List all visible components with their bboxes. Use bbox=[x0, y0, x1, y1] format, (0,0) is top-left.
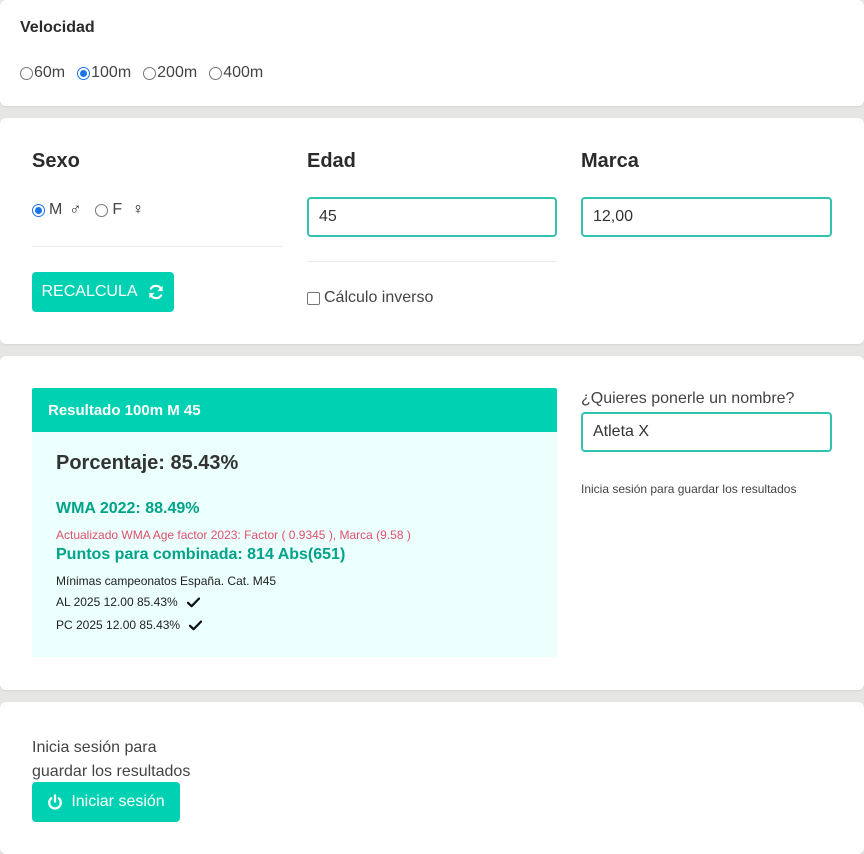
speed-option-label: 400m bbox=[223, 64, 264, 81]
female-icon: ♀ bbox=[132, 201, 145, 218]
speed-option-label: 100m bbox=[91, 64, 132, 81]
sex-option-m[interactable]: M ♂ bbox=[32, 201, 81, 219]
result-header: Resultado 100m M 45 bbox=[32, 388, 557, 432]
wma-text: WMA 2022: 88.49% bbox=[56, 500, 200, 517]
minimum-text: AL 2025 12.00 85.43% bbox=[56, 595, 178, 609]
inverse-calc-checkbox-row[interactable]: Cálculo inverso bbox=[307, 289, 433, 307]
divider bbox=[32, 246, 283, 247]
sex-radio-group: M ♂ F ♀ bbox=[32, 201, 158, 219]
minimum-row-pc: PC 2025 12.00 85.43% bbox=[56, 618, 203, 632]
age-input[interactable]: 45 bbox=[307, 197, 557, 237]
sex-radio-f[interactable] bbox=[95, 203, 109, 217]
speed-option-label: 200m bbox=[157, 64, 198, 81]
minimum-text: PC 2025 12.00 85.43% bbox=[56, 618, 181, 632]
speed-radio-400m[interactable] bbox=[209, 66, 223, 80]
name-label: ¿Quieres ponerle un nombre? bbox=[581, 390, 795, 407]
male-icon: ♂ bbox=[69, 201, 82, 218]
sex-option-label: F bbox=[112, 201, 123, 218]
speed-option-60m[interactable]: 60m bbox=[20, 64, 65, 82]
login-button-label: Iniciar sesión bbox=[71, 793, 165, 810]
mark-title: Marca bbox=[581, 150, 639, 172]
speed-option-label: 60m bbox=[34, 64, 66, 81]
recalculate-label: RECALCULA bbox=[41, 283, 138, 300]
recalculate-button[interactable]: RECALCULA bbox=[32, 272, 174, 312]
speed-radio-60m[interactable] bbox=[20, 66, 33, 80]
minimum-row-al: AL 2025 12.00 85.43% bbox=[56, 595, 200, 609]
result-body: Porcentaje: 85.43% WMA 2022: 88.49% Actu… bbox=[32, 432, 557, 657]
speed-card bbox=[0, 0, 864, 106]
speed-radio-100m[interactable] bbox=[77, 66, 91, 80]
mark-input[interactable]: 12,00 bbox=[581, 197, 832, 237]
check-icon bbox=[189, 620, 203, 630]
inverse-calc-checkbox[interactable] bbox=[307, 291, 320, 305]
refresh-icon bbox=[148, 284, 163, 300]
sex-title: Sexo bbox=[32, 150, 80, 172]
percentage-text: Porcentaje: 85.43% bbox=[56, 452, 239, 474]
login-button[interactable]: Iniciar sesión bbox=[32, 782, 180, 822]
divider bbox=[307, 261, 557, 262]
speed-option-400m[interactable]: 400m bbox=[209, 64, 263, 82]
sex-radio-m[interactable] bbox=[32, 203, 45, 217]
speed-radio-group: 60m 100m 200m 400m bbox=[20, 64, 275, 82]
inverse-calc-label: Cálculo inverso bbox=[324, 289, 434, 306]
minimums-title: Mínimas campeonatos España. Cat. M45 bbox=[56, 574, 277, 588]
speed-title: Velocidad bbox=[20, 19, 95, 36]
save-note: Inicia sesión para guardar los resultado… bbox=[581, 482, 797, 496]
speed-radio-200m[interactable] bbox=[143, 66, 157, 80]
sex-option-label: M bbox=[49, 201, 63, 218]
updated-factor-text: Actualizado WMA Age factor 2023: Factor … bbox=[56, 528, 411, 542]
power-icon bbox=[48, 794, 63, 810]
login-prompt: Inicia sesión para guardar los resultado… bbox=[32, 739, 191, 780]
age-title: Edad bbox=[307, 150, 356, 172]
athlete-name-input[interactable]: Atleta X bbox=[581, 412, 832, 452]
points-text: Puntos para combinada: 814 Abs(651) bbox=[56, 546, 346, 563]
speed-option-100m[interactable]: 100m bbox=[77, 64, 131, 82]
speed-option-200m[interactable]: 200m bbox=[143, 64, 197, 82]
sex-option-f[interactable]: F ♀ bbox=[95, 201, 144, 219]
check-icon bbox=[186, 597, 200, 607]
